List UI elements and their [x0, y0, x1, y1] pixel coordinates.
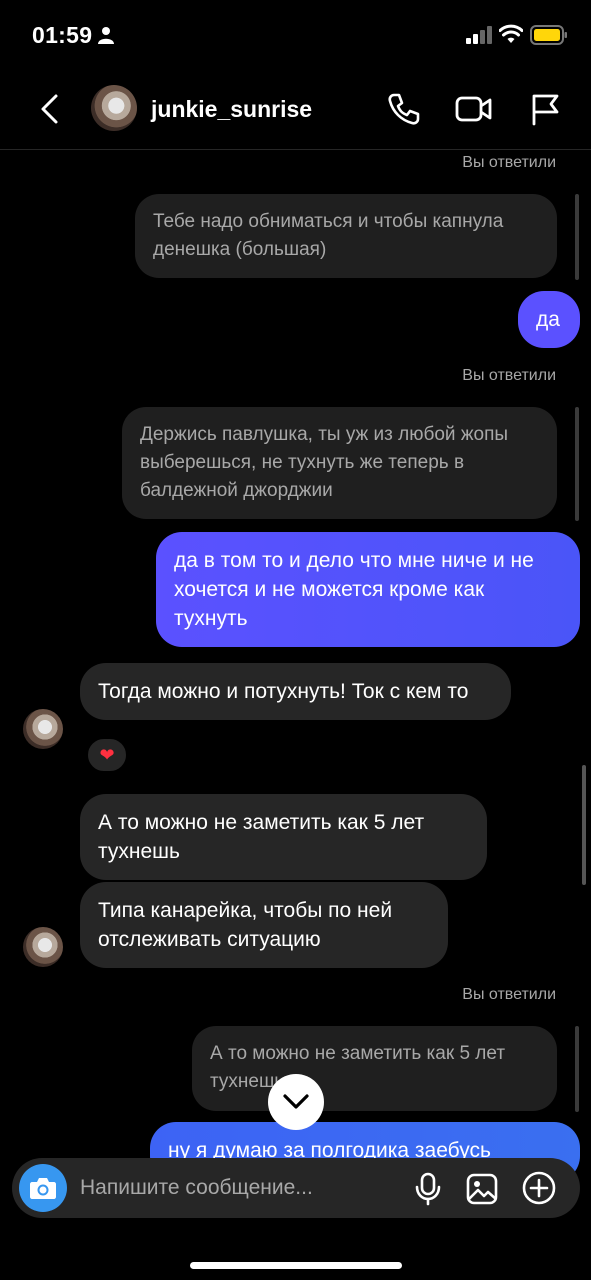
report-flag-icon[interactable] — [530, 92, 560, 126]
incoming-message[interactable]: Тогда можно и потухнуть! Ток с кем то — [80, 663, 511, 720]
scrollbar[interactable] — [582, 765, 586, 885]
status-time: 01:59 — [32, 22, 93, 48]
quote-bar — [575, 194, 579, 280]
camera-icon — [30, 1178, 56, 1199]
add-circle-icon[interactable] — [522, 1171, 556, 1205]
contact-avatar[interactable] — [91, 85, 137, 131]
video-call-icon[interactable] — [455, 94, 493, 124]
quoted-message[interactable]: А то можно не заметить как 5 лет тухнешь — [192, 1026, 557, 1111]
battery-icon — [530, 25, 567, 45]
status-bar: 01:59 — [0, 0, 591, 70]
gallery-icon[interactable] — [466, 1173, 498, 1205]
signal-icon — [466, 26, 492, 44]
replied-label: Вы ответили — [462, 986, 556, 1003]
message-input[interactable]: Напишите сообщение... — [80, 1176, 313, 1200]
incoming-message[interactable]: Типа канарейка, чтобы по ней отслеживать… — [80, 882, 448, 968]
chevron-down-icon — [283, 1094, 309, 1109]
quoted-message[interactable]: Тебе надо обниматься и чтобы капнула ден… — [135, 194, 557, 278]
quote-bar — [575, 407, 579, 521]
replied-label: Вы ответили — [462, 367, 556, 384]
home-indicator — [190, 1262, 402, 1269]
phone-icon[interactable] — [387, 92, 421, 126]
quoted-message[interactable]: Держись павлушка, ты уж из любой жопы вы… — [122, 407, 557, 519]
chat-header: junkie_sunrise — [0, 70, 591, 150]
back-icon[interactable] — [36, 92, 66, 126]
contact-username[interactable]: junkie_sunrise — [151, 96, 312, 123]
incoming-message[interactable]: А то можно не заметить как 5 лет тухнешь — [80, 794, 487, 880]
wifi-icon — [499, 24, 523, 43]
message-composer: Напишите сообщение... — [12, 1158, 580, 1218]
sender-avatar[interactable] — [23, 927, 63, 967]
outgoing-message[interactable]: да — [518, 291, 580, 348]
scroll-to-bottom-button[interactable] — [268, 1074, 324, 1130]
person-icon — [98, 27, 114, 44]
microphone-icon[interactable] — [414, 1172, 442, 1206]
camera-button[interactable] — [19, 1164, 67, 1212]
replied-label: Вы ответили — [462, 154, 556, 171]
sender-avatar[interactable] — [23, 709, 63, 749]
outgoing-message[interactable]: да в том то и дело что мне ниче и не хоч… — [156, 532, 580, 647]
quote-bar — [575, 1026, 579, 1112]
heart-reaction-icon[interactable]: ❤ — [86, 737, 128, 773]
